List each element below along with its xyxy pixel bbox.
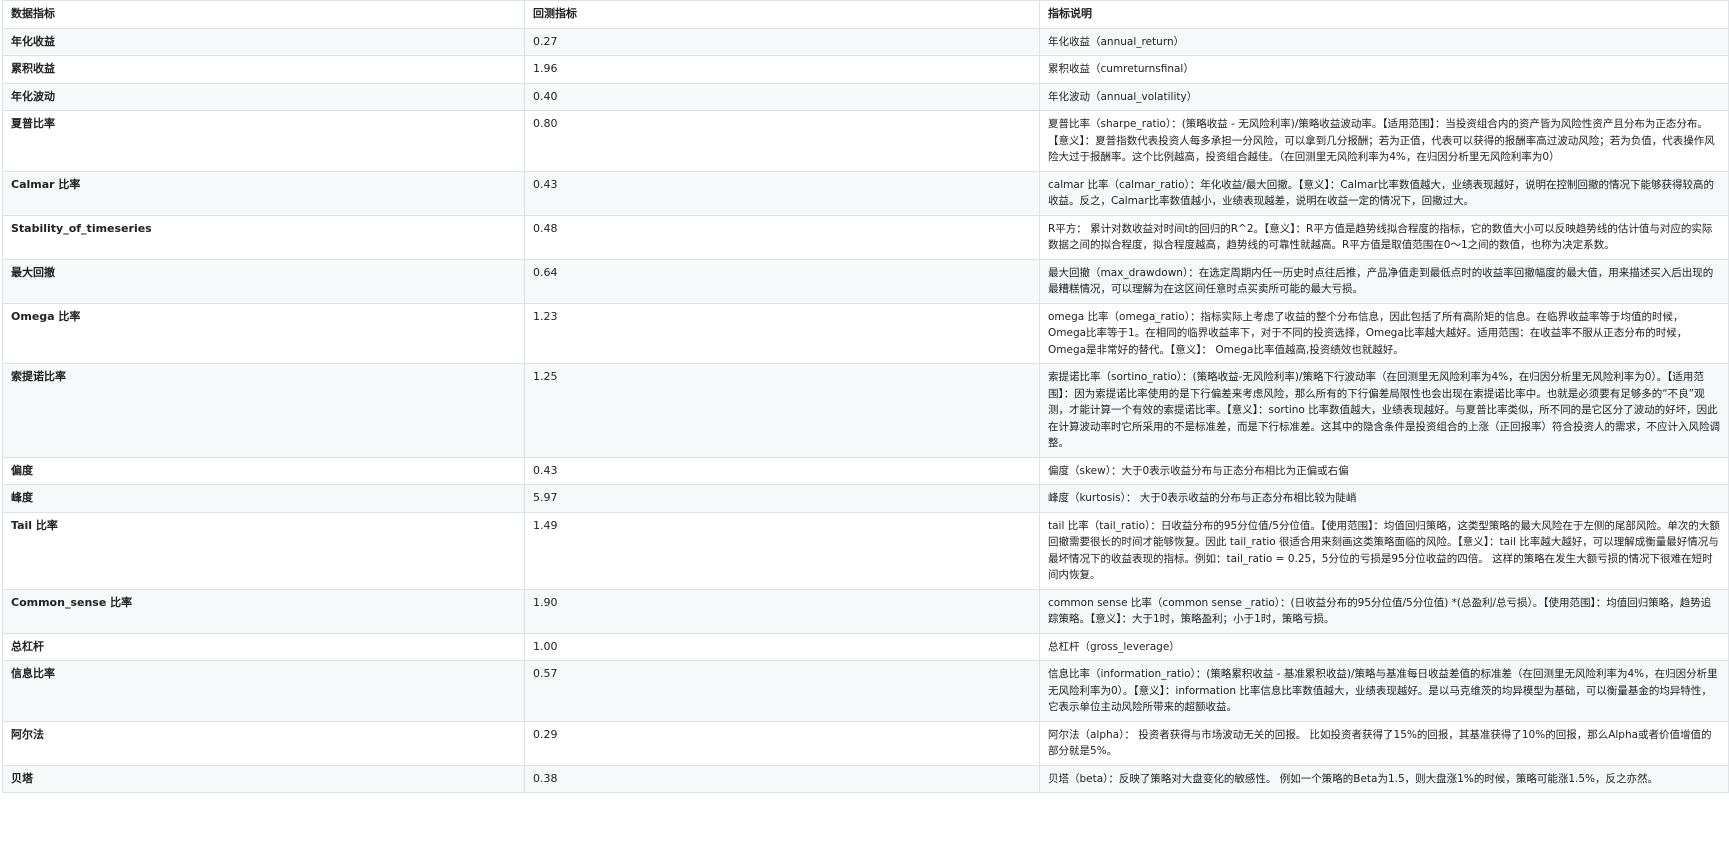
table-row: 峰度 5.97 峰度（kurtosis）： 大于0表示收益的分布与正态分布相比较为陡… [2, 484, 1729, 513]
metric-name-cell: 索提诺比率 [2, 363, 525, 458]
metric-value-cell: 1.23 [524, 302, 1040, 364]
metric-name-cell: 年化收益 [2, 27, 525, 56]
table-row: 年化收益 0.27 年化收益（annual_return） [2, 27, 1729, 56]
metric-value-cell: 1.00 [524, 632, 1040, 661]
metric-description-cell: 总杠杆（gross_leverage） [1039, 632, 1729, 661]
metric-description-cell: 夏普比率（sharpe_ratio）：(策略收益 - 无风险利率)/策略收益波动… [1039, 110, 1729, 172]
table-body: 年化收益 0.27 年化收益（annual_return） 累积收益 1.96 累积收益（… [2, 27, 1729, 793]
metric-description-cell: 峰度（kurtosis）： 大于0表示收益的分布与正态分布相比较为陡峭 [1039, 484, 1729, 513]
table-row: 年化波动 0.40 年化波动（annual_volatility） [2, 82, 1729, 111]
metric-name-cell: 阿尔法 [2, 720, 525, 766]
table-row: 最大回撤 0.64 最大回撤（max_drawdown）：在选定周期内任一历史时点往… [2, 258, 1729, 304]
metric-value-cell: 0.40 [524, 82, 1040, 111]
metric-description-cell: 偏度（skew）：大于0表示收益分布与正态分布相比为正偏或右偏 [1039, 456, 1729, 485]
metric-value-cell: 0.43 [524, 170, 1040, 216]
metric-value-cell: 5.97 [524, 484, 1040, 513]
metric-name-cell: 最大回撤 [2, 258, 525, 304]
metric-description-cell: R平方： 累计对数收益对时间t的回归的R^2。【意义】：R平方值是趋势线拟合程度… [1039, 214, 1729, 260]
metric-value-cell: 0.64 [524, 258, 1040, 304]
metric-value-cell: 1.96 [524, 55, 1040, 84]
table-row: 夏普比率 0.80 夏普比率（sharpe_ratio）：(策略收益 - 无风险利率… [2, 110, 1729, 172]
metric-value-cell: 1.90 [524, 588, 1040, 634]
metric-name-cell: Stability_of_timeseries [2, 214, 525, 260]
metric-value-cell: 0.29 [524, 720, 1040, 766]
table-row: 累积收益 1.96 累积收益（cumreturnsfinal） [2, 55, 1729, 84]
metric-name-cell: 偏度 [2, 456, 525, 485]
metric-description-cell: calmar 比率（calmar_ratio）：年化收益/最大回撤。【意义】：C… [1039, 170, 1729, 216]
table-row: 贝塔 0.38 贝塔（beta）：反映了策略对大盘变化的敏感性。 例如一个策略的Be… [2, 764, 1729, 793]
metric-name-cell: Omega 比率 [2, 302, 525, 364]
table-row: Common_sense 比率 1.90 common sense 比率（commo… [2, 588, 1729, 634]
table-header: 数据指标 回测指标 指标说明 [2, 0, 1729, 29]
table-row: 索提诺比率 1.25 索提诺比率（sortino_ratio）：(策略收益-无风险利… [2, 363, 1729, 458]
metric-description-cell: common sense 比率（common sense _ratio）：(日收… [1039, 588, 1729, 634]
metric-name-cell: 累积收益 [2, 55, 525, 84]
metric-name-cell: 信息比率 [2, 660, 525, 722]
page: 数据指标 回测指标 指标说明 年化收益 0.27 年化收益（annual_retur… [0, 0, 1729, 843]
metric-name-cell: Common_sense 比率 [2, 588, 525, 634]
metric-name-cell: 夏普比率 [2, 110, 525, 172]
table-row: Stability_of_timeseries 0.48 R平方： 累计对数收益对时… [2, 214, 1729, 260]
table-row: Omega 比率 1.23 omega 比率（omega_ratio）：指标实际上考… [2, 302, 1729, 364]
metric-description-cell: omega 比率（omega_ratio）：指标实际上考虑了收益的整个分布信息，… [1039, 302, 1729, 364]
metrics-table: 数据指标 回测指标 指标说明 年化收益 0.27 年化收益（annual_retur… [2, 0, 1729, 793]
table-row: 偏度 0.43 偏度（skew）：大于0表示收益分布与正态分布相比为正偏或右偏 [2, 456, 1729, 485]
table-row: Tail 比率 1.49 tail 比率（tail_ratio）：日收益分布的95分… [2, 511, 1729, 590]
metric-value-cell: 1.25 [524, 363, 1040, 458]
metric-value-cell: 1.49 [524, 511, 1040, 590]
metric-description-cell: 累积收益（cumreturnsfinal） [1039, 55, 1729, 84]
metric-value-cell: 0.43 [524, 456, 1040, 485]
metric-value-cell: 0.48 [524, 214, 1040, 260]
metric-description-cell: 贝塔（beta）：反映了策略对大盘变化的敏感性。 例如一个策略的Beta为1.5… [1039, 764, 1729, 793]
metric-description-cell: 信息比率（information_ratio）：(策略累积收益 - 基准累积收益… [1039, 660, 1729, 722]
metric-value-cell: 0.80 [524, 110, 1040, 172]
table-row: Calmar 比率 0.43 calmar 比率（calmar_ratio）：年化收… [2, 170, 1729, 216]
metric-description-cell: 最大回撤（max_drawdown）：在选定周期内任一历史时点往后推，产品净值走… [1039, 258, 1729, 304]
metric-description-cell: tail 比率（tail_ratio）：日收益分布的95分位值/5分位值。【使用… [1039, 511, 1729, 590]
metric-value-cell: 0.38 [524, 764, 1040, 793]
table-row: 总杠杆 1.00 总杠杆（gross_leverage） [2, 632, 1729, 661]
metric-name-cell: Calmar 比率 [2, 170, 525, 216]
metric-description-cell: 年化波动（annual_volatility） [1039, 82, 1729, 111]
metric-value-cell: 0.27 [524, 27, 1040, 56]
header-description: 指标说明 [1039, 0, 1729, 29]
metric-name-cell: 峰度 [2, 484, 525, 513]
metric-name-cell: 年化波动 [2, 82, 525, 111]
header-backtest-value: 回测指标 [524, 0, 1040, 29]
metric-description-cell: 阿尔法（alpha）： 投资者获得与市场波动无关的回报。 比如投资者获得了15%… [1039, 720, 1729, 766]
header-metric: 数据指标 [2, 0, 525, 29]
metric-name-cell: Tail 比率 [2, 511, 525, 590]
metric-name-cell: 总杠杆 [2, 632, 525, 661]
metric-description-cell: 索提诺比率（sortino_ratio）：(策略收益-无风险利率)/策略下行波动… [1039, 363, 1729, 458]
header-row: 数据指标 回测指标 指标说明 [2, 0, 1729, 29]
table-row: 阿尔法 0.29 阿尔法（alpha）： 投资者获得与市场波动无关的回报。 比如投资… [2, 720, 1729, 766]
metric-name-cell: 贝塔 [2, 764, 525, 793]
metric-value-cell: 0.57 [524, 660, 1040, 722]
metric-description-cell: 年化收益（annual_return） [1039, 27, 1729, 56]
table-row: 信息比率 0.57 信息比率（information_ratio）：(策略累积收益 … [2, 660, 1729, 722]
